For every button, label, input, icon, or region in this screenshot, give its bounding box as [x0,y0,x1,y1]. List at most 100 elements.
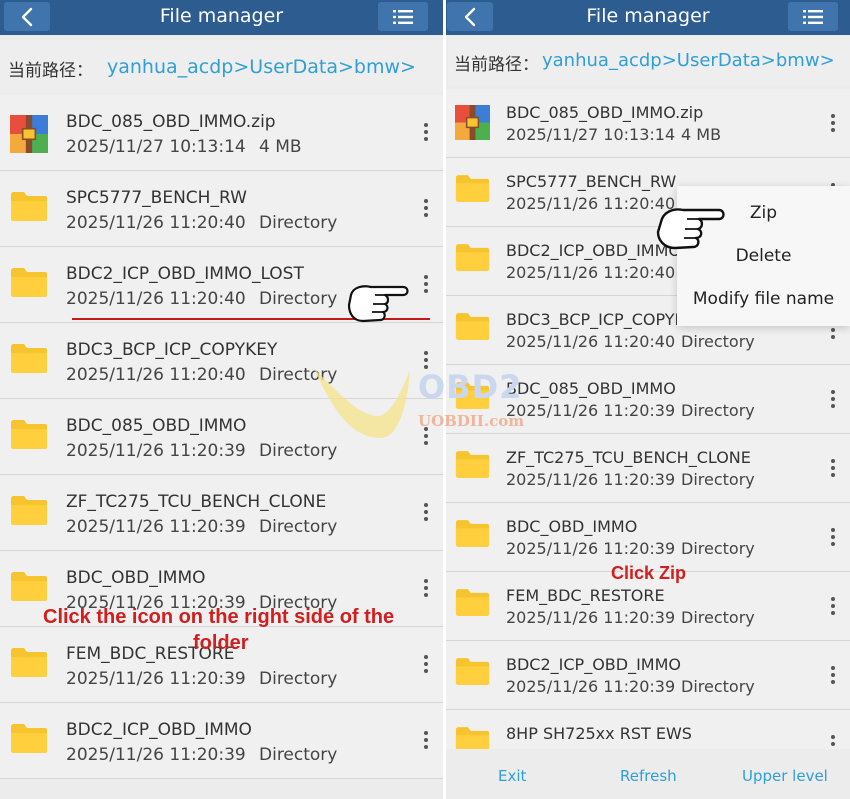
file-name: 8HP SH725xx RST EWS [506,724,692,743]
file-date: 2025/11/26 11:20:39 [66,745,246,765]
file-row[interactable]: BDC_OBD_IMMO 2025/11/26 11:20:39 Directory [446,503,850,572]
more-options-icon[interactable] [418,199,434,217]
more-options-icon[interactable] [825,597,841,615]
file-date: 2025/11/26 11:20:40 [506,332,676,351]
path-breadcrumb[interactable]: yanhua_acdp>UserData>bmw> [107,56,416,78]
file-row[interactable]: BDC2_ICP_OBD_IMMO 2025/11/26 11:20:39 Dire… [446,641,850,710]
left-panel: File manager 当前路径： yanhua_acdp>UserData>… [0,0,443,799]
file-kind: Directory [259,669,338,689]
file-type-icon [10,647,48,682]
file-name: BDC_OBD_IMMO [506,517,638,536]
file-name: SPC5777_BENCH_RW [66,188,247,208]
path-label: 当前路径： [454,55,539,75]
file-type-icon [455,105,490,144]
path-bar: 当前路径： yanhua_acdp>UserData>bmw> [446,36,850,86]
file-date: 2025/11/27 10:13:14 [506,125,676,144]
path-label: 当前路径： [8,61,93,81]
file-kind: Directory [681,332,755,351]
file-date: 2025/11/26 11:20:39 [506,470,676,489]
file-name: BDC3_BCP_ICP_COPYKEY [66,340,278,360]
folder-icon [11,344,47,373]
file-row[interactable]: ZF_TC275_TCU_BENCH_CLONE 2025/11/26 11:20… [0,475,443,551]
file-type-icon [455,519,490,552]
more-options-icon[interactable] [825,459,841,477]
more-options-icon[interactable] [825,114,841,132]
pointing-hand-icon [347,285,409,323]
more-options-icon[interactable] [418,123,434,141]
file-name: BDC2_ICP_OBD_IMMO [506,655,681,674]
title-bar: File manager [0,0,443,35]
annotation-click-zip: Click Zip [611,563,687,583]
menu-item-modify-file-name[interactable]: Modify file name [677,277,850,321]
more-options-icon[interactable] [418,427,434,445]
path-breadcrumb[interactable]: yanhua_acdp>UserData>bmw> [542,50,835,71]
file-date: 2025/11/26 11:20:40 [506,194,676,213]
file-name: BDC_085_OBD_IMMO.zip [506,103,704,122]
path-bar: 当前路径： yanhua_acdp>UserData>bmw> [0,40,443,92]
menu-button[interactable] [788,2,838,31]
file-name: ZF_TC275_TCU_BENCH_CLONE [506,448,751,467]
folder-icon [11,648,47,677]
file-kind: Directory [259,745,338,765]
file-name: BDC2_ICP_OBD_IMMO [66,720,252,740]
file-name: SPC5777_BENCH_RW [506,172,677,191]
more-options-icon[interactable] [825,528,841,546]
file-name: BDC_OBD_IMMO [66,568,206,588]
file-row[interactable]: BDC_085_OBD_IMMO.zip 2025/11/27 10:13:14 4… [0,95,443,171]
more-options-icon[interactable] [418,351,434,369]
file-kind: Directory [681,539,755,558]
file-kind: 4 MB [681,125,722,144]
file-type-icon [10,191,48,226]
file-date: 2025/11/26 11:20:39 [66,441,246,461]
file-date: 2025/11/26 11:20:40 [66,289,246,309]
file-name: BDC2_ICP_OBD_IMMO_LOST [66,264,304,284]
exit-button[interactable]: Exit [498,767,526,785]
more-options-icon[interactable] [418,655,434,673]
more-options-icon[interactable] [418,275,434,293]
file-date: 2025/11/26 11:20:40 [66,365,246,385]
folder-icon [11,572,47,601]
file-kind: Directory [259,213,338,233]
folder-icon [11,420,47,449]
more-options-icon[interactable] [825,666,841,684]
file-row[interactable]: BDC2_ICP_OBD_IMMO 2025/11/26 11:20:39 Dire… [0,703,443,779]
annotation-line-1: Click the icon on the right side of the [43,606,395,628]
folder-icon [455,658,490,685]
file-row[interactable]: BDC_085_OBD_IMMO 2025/11/26 11:20:39 Direc… [446,365,850,434]
file-name: BDC_085_OBD_IMMO [66,416,247,436]
file-type-icon [455,450,490,483]
file-type-icon [455,174,490,207]
file-date: 2025/11/26 11:20:39 [506,401,676,420]
refresh-button[interactable]: Refresh [620,767,677,785]
file-row[interactable]: SPC5777_BENCH_RW 2025/11/26 11:20:40 Direc… [0,171,443,247]
footer-bar: Exit Refresh Upper level [446,749,850,799]
folder-icon [455,382,490,409]
file-row[interactable]: BDC_085_OBD_IMMO.zip 2025/11/27 10:13:14 4… [446,89,850,158]
folder-icon [455,451,490,478]
more-options-icon[interactable] [825,390,841,408]
file-row[interactable]: BDC_085_OBD_IMMO 2025/11/26 11:20:39 Direc… [0,399,443,475]
file-row[interactable]: BDC3_BCP_ICP_COPYKEY 2025/11/26 11:20:40 D… [0,323,443,399]
file-type-icon [10,419,48,454]
file-type-icon [455,243,490,276]
file-date: 2025/11/26 11:20:39 [506,608,676,627]
folder-icon [455,520,490,547]
file-kind: Directory [259,365,338,385]
more-options-icon[interactable] [418,579,434,597]
file-type-icon [10,571,48,606]
file-type-icon [455,312,490,345]
more-options-icon[interactable] [418,503,434,521]
file-date: 2025/11/26 11:20:40 [506,263,676,282]
right-panel: File manager 当前路径： yanhua_acdp>UserData>… [446,0,850,799]
menu-button[interactable] [378,2,428,31]
file-date: 2025/11/26 11:20:40 [66,213,246,233]
more-options-icon[interactable] [418,731,434,749]
file-row[interactable]: ZF_TC275_TCU_BENCH_CLONE 2025/11/26 11:20… [446,434,850,503]
folder-icon [11,192,47,221]
file-date: 2025/11/26 11:20:39 [506,539,676,558]
folder-icon [11,496,47,525]
file-date: 2025/11/26 11:20:39 [506,677,676,696]
upper-level-button[interactable]: Upper level [742,767,828,785]
file-type-icon [10,267,48,302]
file-name: BDC_085_OBD_IMMO [506,379,676,398]
